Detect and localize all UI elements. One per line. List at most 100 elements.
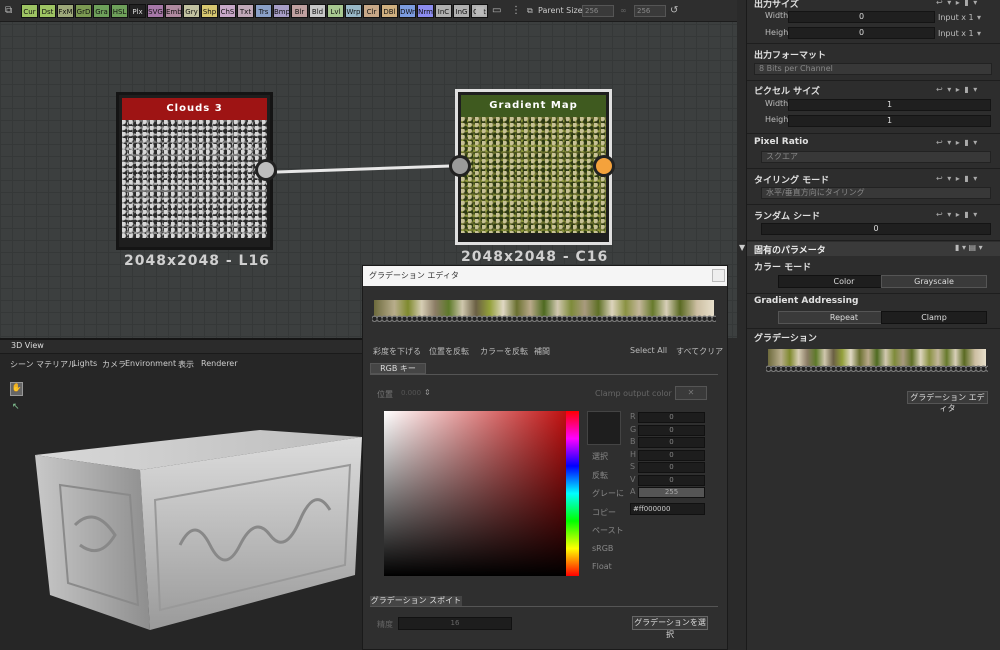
channel-label: A	[630, 487, 636, 496]
node-thumbnail	[461, 117, 606, 233]
tab-gradient-picker[interactable]: グラデーション スポイト	[370, 596, 462, 606]
editor-action-3[interactable]: 補間	[534, 346, 550, 357]
channel-label: R	[630, 412, 636, 421]
color-action-0[interactable]: 選択	[592, 451, 608, 462]
menu-item-1[interactable]: マテリアル	[36, 359, 76, 370]
divider	[747, 133, 1000, 134]
menu-item-2[interactable]: Lights	[73, 359, 97, 368]
width-label: Width	[765, 11, 789, 20]
precision-slider[interactable]: 16	[398, 617, 512, 630]
pointer-tool-icon[interactable]: ↖	[12, 402, 20, 412]
random-seed-slider[interactable]: 0	[761, 223, 991, 235]
node-size-label: 2048x2048 - C16	[461, 249, 609, 265]
hand-tool-icon[interactable]: ✋	[10, 382, 23, 396]
section-header[interactable]: ▼ 固有のパラメータ ▮ ▾ ▤ ▾	[739, 242, 1000, 256]
input-port[interactable]	[449, 155, 471, 177]
gradient-editor-button[interactable]: グラデーション エディタ	[907, 391, 988, 413]
color-action-1[interactable]: 反転	[592, 470, 608, 481]
channel-field[interactable]: 0	[638, 449, 705, 461]
3d-mesh-preview[interactable]	[30, 425, 365, 635]
specific-params-title: 固有のパラメータ	[754, 246, 826, 256]
channel-field[interactable]: 0	[638, 424, 705, 436]
color-action-6[interactable]: Float	[592, 562, 612, 571]
color-swatch	[587, 411, 621, 445]
color-action-2[interactable]: グレーに	[592, 488, 624, 499]
gradient-stops[interactable]	[372, 314, 716, 322]
select-gradient-button[interactable]: グラデーションを選択	[632, 616, 708, 639]
param-icons[interactable]: ↩ ▾ ▸ ▮ ▾	[936, 174, 978, 183]
channel-field[interactable]: 255	[638, 487, 705, 498]
window-title-bar: グラデーション エディタ	[363, 266, 727, 286]
section-icons[interactable]: ▮ ▾ ▤ ▾	[955, 243, 983, 252]
hex-field[interactable]: #ff000000	[630, 503, 705, 515]
param-icons[interactable]: ↩ ▾ ▸ ▮ ▾	[936, 210, 978, 219]
divider	[747, 204, 1000, 205]
channel-label: G	[630, 424, 637, 434]
param-icons[interactable]: ↩ ▾ ▸ ▮ ▾	[936, 85, 978, 94]
divider	[747, 293, 1000, 294]
channel-field[interactable]: 0	[638, 462, 705, 473]
width-suffix: Input x 1	[938, 13, 974, 22]
chevron-down-icon[interactable]: ▾	[977, 29, 981, 38]
node-thumbnail	[122, 120, 267, 238]
pixel-size-title: ピクセル サイズ	[754, 87, 820, 97]
clamp-label: Clamp output color	[595, 389, 672, 398]
color-picker-area[interactable]	[384, 411, 566, 576]
clamp-button[interactable]: ✕	[675, 386, 707, 400]
menu-item-5[interactable]: 表示	[178, 359, 194, 370]
menu-item-0[interactable]: シーン	[10, 359, 34, 370]
output-height-slider[interactable]: 0	[788, 27, 935, 39]
color-action-3[interactable]: コピー	[592, 507, 616, 518]
panel-title: 3D View	[11, 341, 44, 350]
random-seed-title: ランダム シード	[754, 212, 821, 222]
close-icon[interactable]	[712, 269, 725, 282]
properties-panel: 出力サイズ ↩ ▾ ▸ ▮ ▾ Width 0 Input x 1 ▾ Heig…	[739, 0, 1000, 650]
position-value[interactable]: 0.000	[401, 389, 421, 397]
collapse-icon[interactable]: ▼	[739, 243, 745, 252]
pixel-height-slider[interactable]: 1	[788, 115, 991, 127]
editor-action-5[interactable]: すべてクリア	[676, 346, 723, 357]
panel-tab: 3D View	[0, 340, 362, 354]
gradient-title: グラデーション	[754, 334, 817, 344]
grayscale-option[interactable]: Grayscale	[881, 275, 987, 288]
3d-view-panel: 3D View ✋ ↖ シーン マテリアル Lights カメラ Environment…	[0, 338, 362, 650]
channel-field[interactable]: 0	[638, 474, 705, 486]
pixel-ratio-field[interactable]: スクエア	[761, 151, 991, 163]
output-width-slider[interactable]: 0	[788, 11, 935, 23]
output-format-field[interactable]: 8 Bits per Channel	[754, 63, 992, 75]
tiling-title: タイリング モード	[754, 176, 830, 186]
channel-label: S	[630, 462, 636, 471]
menu-item-4[interactable]: Environment	[125, 359, 176, 368]
param-icons[interactable]: ↩ ▾ ▸ ▮ ▾	[936, 0, 978, 7]
chevron-down-icon[interactable]: ▾	[977, 13, 981, 22]
channel-label: H	[630, 449, 637, 459]
menu-item-6[interactable]: Renderer	[201, 359, 238, 368]
pixel-width-slider[interactable]: 1	[788, 99, 991, 111]
hue-slider[interactable]	[566, 411, 579, 576]
gradient-addressing-title: Gradient Addressing	[754, 296, 859, 306]
editor-action-4[interactable]: Select All	[630, 346, 667, 355]
editor-action-2[interactable]: カラーを反転	[480, 346, 528, 357]
node-gradient-map[interactable]: Gradient Map	[455, 89, 612, 245]
color-action-5[interactable]: sRGB	[592, 544, 613, 553]
param-icons[interactable]: ↩ ▾ ▸ ▮ ▾	[936, 138, 978, 147]
output-port[interactable]	[255, 159, 277, 181]
divider	[747, 240, 1000, 241]
stepper-icon[interactable]: ⇕	[424, 388, 431, 397]
editor-action-0[interactable]: 彩度を下げる	[373, 346, 421, 357]
divider	[370, 374, 718, 375]
channel-field[interactable]: 0	[638, 437, 705, 448]
node-clouds[interactable]: Clouds 3	[116, 92, 273, 250]
window-title: グラデーション エディタ	[369, 271, 459, 280]
editor-action-1[interactable]: 位置を反転	[429, 346, 469, 357]
divider	[747, 328, 1000, 329]
output-port[interactable]	[593, 155, 615, 177]
tiling-field[interactable]: 水平/垂直方向にタイリング	[761, 187, 991, 199]
channel-label: V	[630, 474, 636, 484]
tab-rgb-key[interactable]: RGB キー	[370, 363, 426, 374]
menu-item-3[interactable]: カメラ	[102, 359, 126, 370]
color-action-4[interactable]: ペースト	[592, 525, 624, 536]
divider	[747, 80, 1000, 81]
channel-field[interactable]: 0	[638, 412, 705, 423]
clamp-option[interactable]: Clamp	[881, 311, 987, 324]
